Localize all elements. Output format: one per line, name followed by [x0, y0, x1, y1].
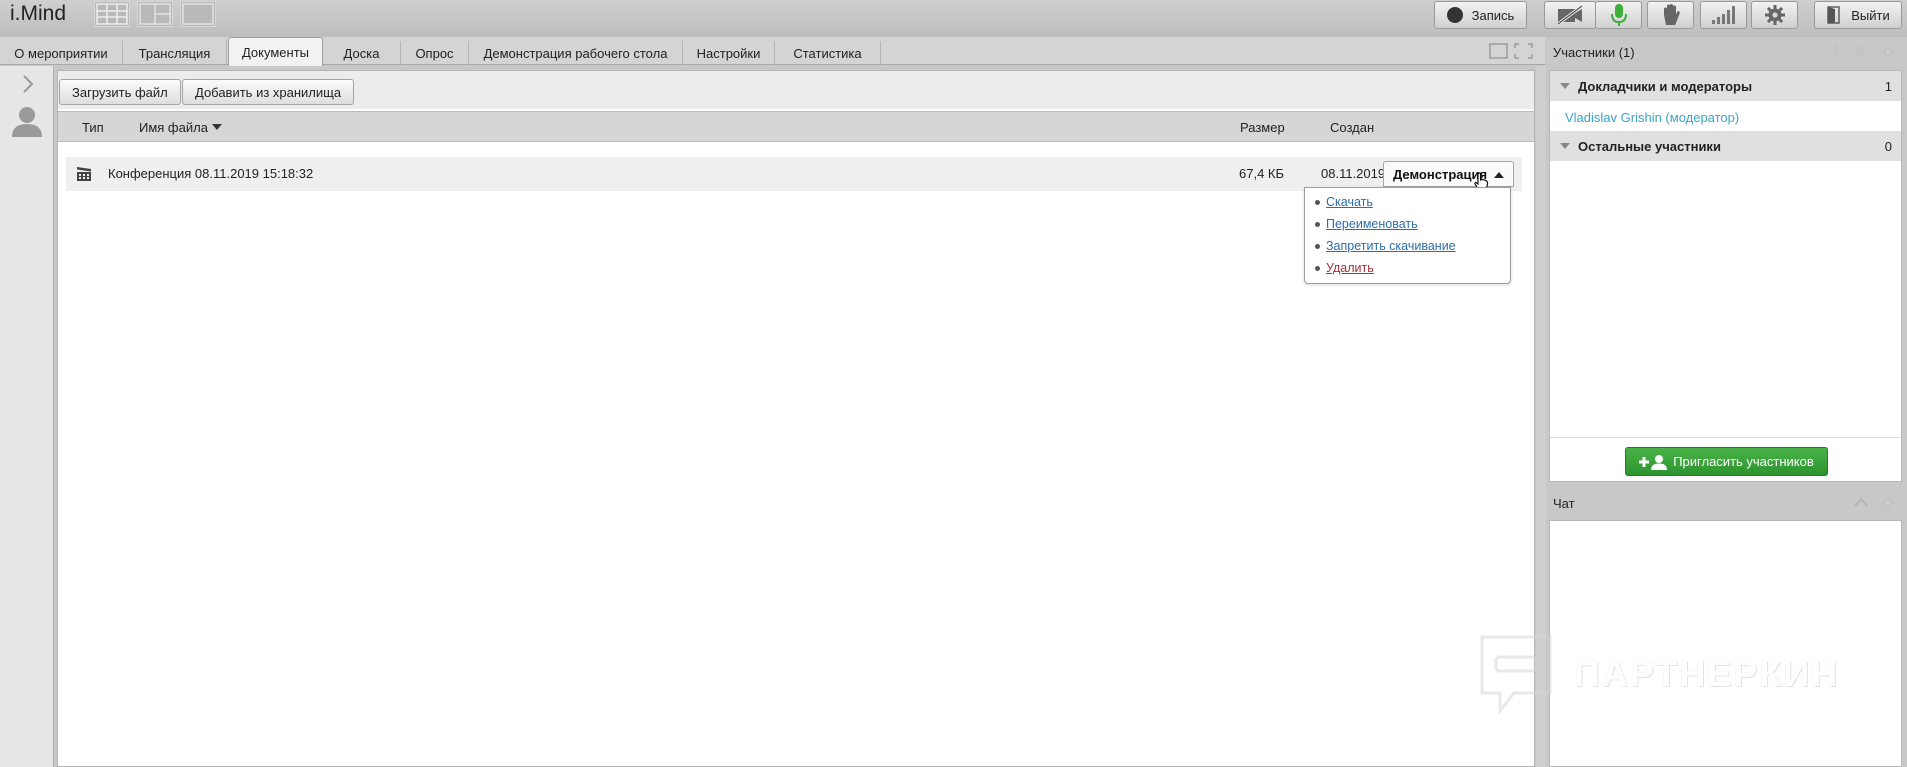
tab-broadcast[interactable]: Трансляция — [123, 41, 227, 65]
tab-screen-share[interactable]: Демонстрация рабочего стола — [469, 41, 683, 65]
column-type[interactable]: Тип — [82, 120, 104, 135]
collapse-triangle-icon — [1560, 143, 1570, 149]
tab-poll[interactable]: Опрос — [401, 41, 469, 65]
record-dot-icon — [1446, 7, 1463, 23]
group-name: Докладчики и модераторы — [1578, 79, 1753, 94]
settings-button[interactable] — [1751, 1, 1798, 29]
watermark: ПАРТНЕРКИН — [1478, 633, 1839, 715]
tab-strip: О мероприятии Трансляция Документы Доска… — [0, 37, 1545, 66]
participants-title: Участники (1) — [1553, 45, 1635, 60]
download-link[interactable]: Скачать — [1326, 195, 1373, 209]
caret-up-icon — [1494, 172, 1504, 178]
group-count: 1 — [1884, 79, 1892, 94]
upload-file-button[interactable]: Загрузить файл — [59, 79, 181, 105]
file-name: Конференция 08.11.2019 15:18:32 — [108, 166, 314, 181]
fullscreen-icon[interactable] — [1514, 43, 1533, 59]
tab-statistics[interactable]: Статистика — [775, 41, 881, 65]
sort-desc-icon — [211, 124, 222, 130]
file-actions-menu: Скачать Переименовать Запретить скачиван… — [1304, 187, 1511, 284]
menu-item-download[interactable]: Скачать — [1315, 195, 1373, 209]
group-name: Остальные участники — [1578, 139, 1721, 154]
group-speakers-moderators[interactable]: Докладчики и модераторы 1 — [1550, 71, 1901, 101]
view-mode-icons — [1489, 43, 1533, 59]
tab-settings[interactable]: Настройки — [683, 41, 775, 65]
window-mode-icon[interactable] — [1489, 43, 1508, 59]
single-layout-icon — [182, 3, 214, 25]
tab-whiteboard[interactable]: Доска — [323, 41, 401, 65]
watermark-text: ПАРТНЕРКИН — [1574, 653, 1840, 694]
invite-participants-button[interactable]: Пригласить участников — [1625, 447, 1828, 476]
camera-off-icon — [1557, 4, 1583, 26]
documents-toolbar: Загрузить файл Добавить из хранилища — [58, 71, 1534, 109]
exit-door-icon — [1827, 6, 1840, 24]
grid-layout-icon — [96, 3, 128, 25]
participants-panel: Докладчики и модераторы 1 Vladislav Gris… — [1549, 70, 1902, 482]
column-created[interactable]: Создан — [1330, 120, 1374, 135]
table-header: Тип Имя файла Размер Создан — [58, 111, 1534, 142]
single-layout-button[interactable] — [180, 1, 216, 27]
delete-link[interactable]: Удалить — [1326, 261, 1374, 275]
column-size[interactable]: Размер — [1240, 120, 1285, 135]
exit-label: Выйти — [1851, 7, 1890, 23]
add-from-storage-button[interactable]: Добавить из хранилища — [182, 79, 355, 105]
mute-all-icon[interactable] — [1853, 44, 1869, 60]
chat-title: Чат — [1553, 496, 1575, 511]
film-clapper-icon — [77, 167, 91, 181]
user-avatar-icon[interactable] — [10, 104, 44, 138]
file-created: 08.11.2019 — [1321, 166, 1386, 181]
column-filename[interactable]: Имя файла — [139, 120, 222, 135]
chevron-up-icon[interactable] — [1853, 496, 1869, 508]
left-sidebar — [0, 66, 54, 767]
record-label: Запись — [1471, 7, 1515, 23]
camera-toggle-button[interactable] — [1544, 1, 1596, 29]
documents-panel: Загрузить файл Добавить из хранилища Тип… — [57, 70, 1535, 767]
collapse-triangle-icon — [1560, 83, 1570, 89]
group-count: 0 — [1884, 139, 1892, 154]
microphone-button[interactable] — [1595, 1, 1642, 29]
file-size: 67,4 КБ — [1239, 166, 1285, 181]
participant-item[interactable]: Vladislav Grishin (модератор) — [1565, 110, 1739, 125]
raise-hand-button[interactable] — [1647, 1, 1694, 29]
watermark-logo-icon — [1480, 635, 1552, 715]
invite-area: Пригласить участников — [1550, 437, 1901, 483]
menu-item-rename[interactable]: Переименовать — [1315, 217, 1418, 231]
microphone-muted-icon[interactable] — [1829, 44, 1843, 60]
demonstration-button[interactable]: Демонстрация — [1383, 161, 1514, 187]
split-layout-icon — [139, 3, 171, 25]
exit-button[interactable]: Выйти — [1814, 1, 1902, 29]
chat-settings-gear-icon[interactable] — [1880, 495, 1896, 511]
add-user-icon — [1639, 454, 1668, 470]
top-bar: i.Mind Запись Выйти — [0, 0, 1907, 37]
app-logo: i.Mind — [10, 2, 67, 25]
rename-link[interactable]: Переименовать — [1326, 217, 1418, 231]
signal-button[interactable] — [1700, 1, 1747, 29]
grid-layout-button[interactable] — [94, 1, 130, 27]
menu-item-delete[interactable]: Удалить — [1315, 261, 1374, 275]
tab-documents[interactable]: Документы — [228, 37, 323, 66]
menu-item-forbid-download[interactable]: Запретить скачивание — [1315, 239, 1456, 253]
column-filename-label: Имя файла — [139, 120, 208, 135]
microphone-icon — [1610, 4, 1627, 26]
record-button[interactable]: Запись — [1434, 1, 1527, 29]
invite-label: Пригласить участников — [1673, 454, 1814, 469]
raise-hand-icon — [1663, 4, 1680, 25]
signal-icon — [1711, 6, 1735, 24]
chevron-right-icon[interactable] — [21, 74, 35, 94]
group-other-participants[interactable]: Остальные участники 0 — [1550, 131, 1901, 161]
split-layout-button[interactable] — [137, 1, 173, 27]
gear-icon — [1764, 5, 1785, 25]
tab-about-event[interactable]: О мероприятии — [0, 41, 123, 65]
table-row[interactable]: Конференция 08.11.2019 15:18:32 67,4 КБ … — [66, 157, 1522, 191]
forbid-download-link[interactable]: Запретить скачивание — [1326, 239, 1456, 253]
participants-settings-gear-icon[interactable] — [1880, 44, 1896, 60]
